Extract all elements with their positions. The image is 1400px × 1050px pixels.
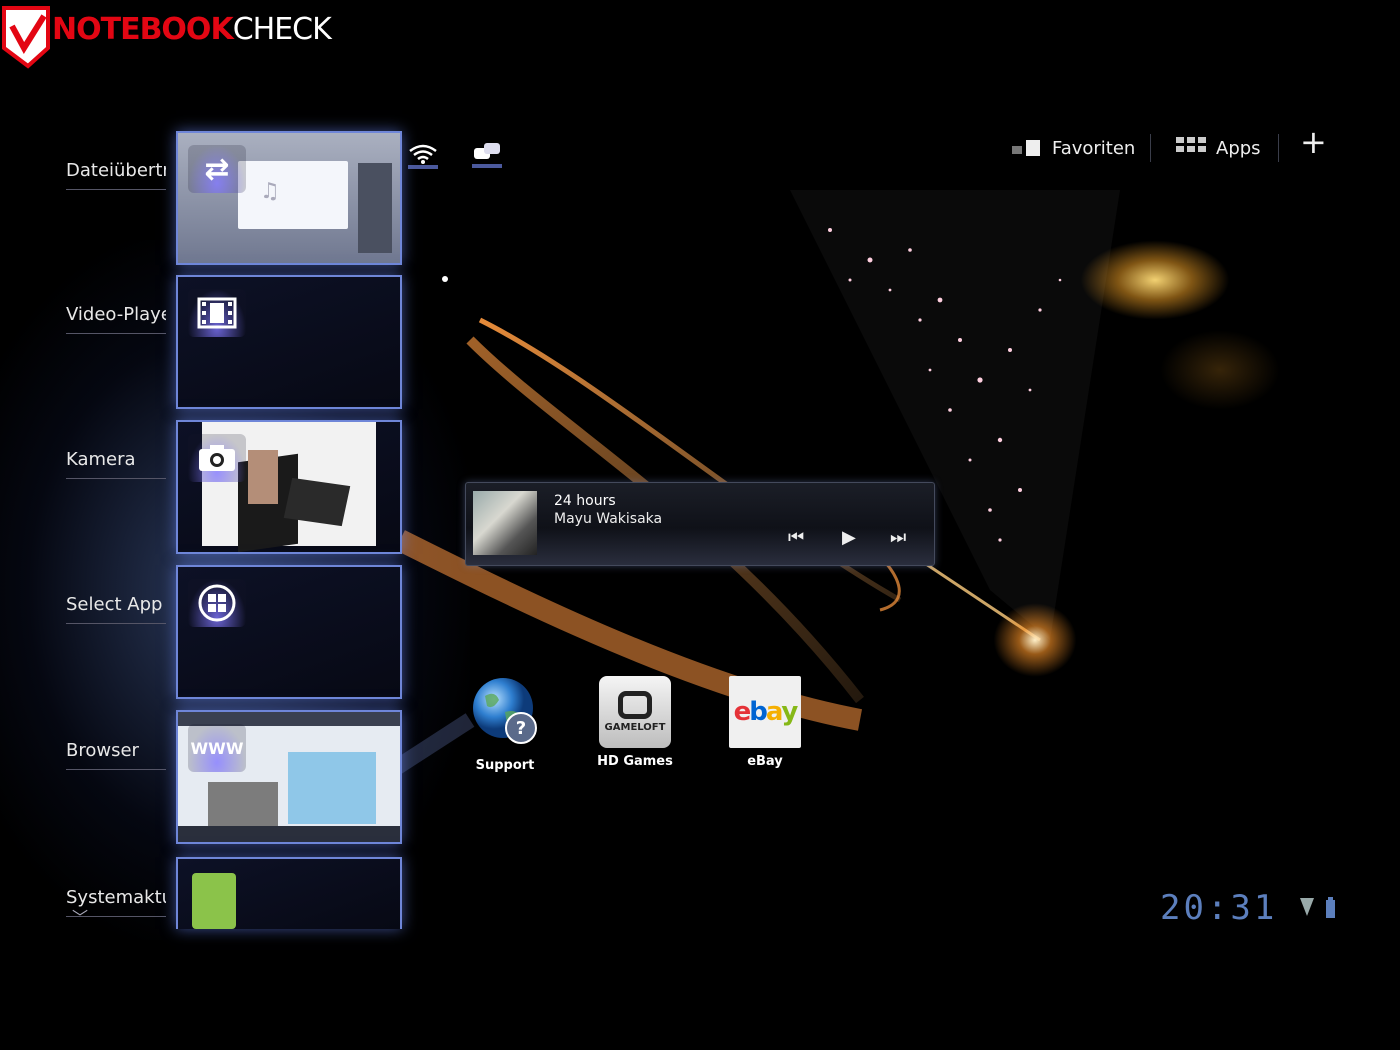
shortcut-support-label: Support [475, 758, 535, 773]
amber-glow [1160, 330, 1280, 410]
apps-grid-icon [1176, 137, 1206, 152]
chevron-down-icon[interactable]: ﹀ [72, 904, 88, 928]
play-icon[interactable]: ▶ [842, 527, 856, 548]
topbar-divider [1150, 134, 1151, 162]
music-widget[interactable]: 24 hours Mayu Wakisaka ⏮ ▶ ⏭ [465, 482, 935, 566]
previous-track-icon[interactable]: ⏮ [788, 527, 804, 548]
artist-name: Mayu Wakisaka [554, 511, 663, 527]
svg-text:?: ? [516, 718, 526, 739]
recent-thumb-video-player[interactable] [176, 275, 402, 409]
recent-thumb-file-transfer[interactable]: ♫ ⇄ [176, 131, 402, 265]
globe-www-icon: WWW [188, 724, 246, 772]
status-clock[interactable]: 20:31 [1160, 888, 1277, 928]
recent-thumb-select-app[interactable] [176, 565, 402, 699]
shortcut-support[interactable]: ? Support [460, 676, 550, 773]
gameloft-logo-text: GAMELOFT [604, 722, 666, 733]
golden-orb [1080, 240, 1230, 320]
app-grid-icon [188, 579, 246, 627]
camera-icon [188, 434, 246, 482]
shortcut-hd-games[interactable]: GAMELOFT HD Games [590, 676, 680, 769]
ebay-logo-icon: ebay [729, 676, 801, 748]
add-widget-button[interactable]: + [1300, 123, 1327, 161]
bright-spark [990, 600, 1080, 680]
favorites-icon [1012, 140, 1040, 156]
apps-label: Apps [1216, 137, 1261, 159]
film-strip-icon [188, 289, 246, 337]
plus-icon: + [1300, 123, 1327, 161]
topbar-divider [1278, 134, 1279, 162]
recent-thumb-browser[interactable]: WWW [176, 710, 402, 844]
favorites-label: Favoriten [1052, 137, 1136, 159]
wifi-icon[interactable] [406, 140, 440, 170]
recent-label-file-transfer[interactable]: Dateiübertr [66, 160, 166, 190]
android-update-icon [192, 873, 236, 929]
notification-chat-icon[interactable] [470, 140, 504, 170]
recent-label-video-player[interactable]: Video-Playe [66, 304, 166, 334]
recent-label-browser[interactable]: Browser [66, 740, 166, 770]
shortcut-hd-games-label: HD Games [597, 754, 673, 769]
recent-label-camera[interactable]: Kamera [66, 449, 166, 479]
favorites-button[interactable]: Favoriten [1012, 134, 1135, 162]
apps-button[interactable]: Apps [1176, 134, 1261, 162]
signal-battery-icon[interactable] [1298, 896, 1342, 920]
recent-label-select-app[interactable]: Select App [66, 594, 166, 624]
transfer-arrows-icon: ⇄ [188, 145, 246, 193]
shortcut-ebay-label: eBay [747, 754, 783, 769]
album-art[interactable] [473, 491, 537, 555]
star-sparkles [790, 190, 1120, 640]
gameloft-icon: GAMELOFT [599, 676, 671, 748]
recent-thumb-camera[interactable] [176, 420, 402, 554]
next-track-icon[interactable]: ⏭ [890, 527, 906, 548]
music-note-icon: ♫ [260, 179, 280, 204]
support-globe-icon: ? [473, 678, 537, 744]
song-title: 24 hours [554, 493, 616, 509]
recent-thumb-system-update[interactable] [176, 857, 402, 929]
shortcut-ebay[interactable]: ebay eBay [720, 676, 810, 769]
